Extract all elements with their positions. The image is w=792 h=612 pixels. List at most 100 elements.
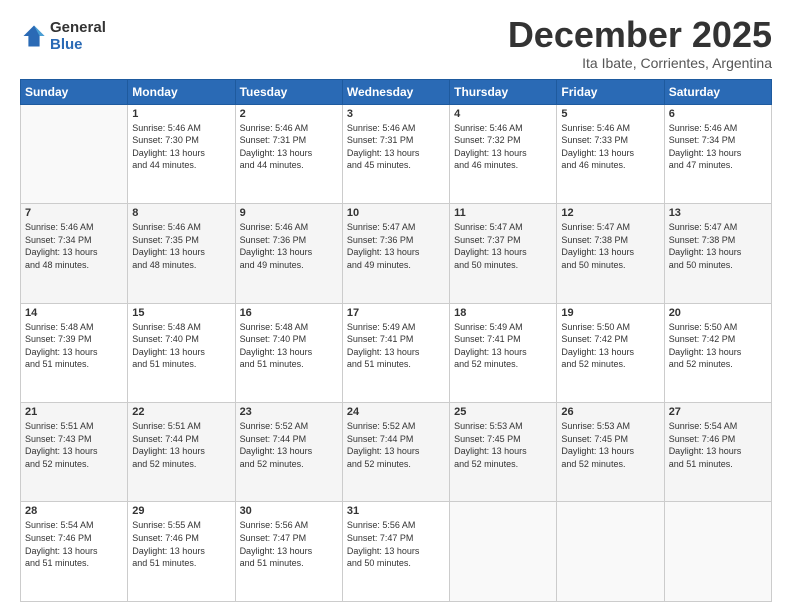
day-info: Sunrise: 5:54 AM Sunset: 7:46 PM Dayligh… [669,420,767,470]
day-info: Sunrise: 5:46 AM Sunset: 7:34 PM Dayligh… [25,221,123,271]
day-number: 8 [132,207,230,219]
day-number: 31 [347,505,445,517]
calendar-cell: 3 Sunrise: 5:46 AM Sunset: 7:31 PM Daylig… [342,104,449,203]
day-number: 3 [347,108,445,120]
day-number: 20 [669,307,767,319]
calendar-table: SundayMondayTuesdayWednesdayThursdayFrid… [20,79,772,602]
day-info: Sunrise: 5:52 AM Sunset: 7:44 PM Dayligh… [347,420,445,470]
calendar-cell: 31 Sunrise: 5:56 AM Sunset: 7:47 PM Dayli… [342,502,449,602]
location-subtitle: Ita Ibate, Corrientes, Argentina [508,55,772,71]
calendar-cell: 4 Sunrise: 5:46 AM Sunset: 7:32 PM Daylig… [450,104,557,203]
calendar-cell: 9 Sunrise: 5:46 AM Sunset: 7:36 PM Daylig… [235,204,342,303]
calendar-cell [557,502,664,602]
day-number: 29 [132,505,230,517]
col-header-friday: Friday [557,79,664,104]
day-number: 5 [561,108,659,120]
day-info: Sunrise: 5:51 AM Sunset: 7:43 PM Dayligh… [25,420,123,470]
calendar-cell: 22 Sunrise: 5:51 AM Sunset: 7:44 PM Dayli… [128,403,235,502]
calendar-header-row: SundayMondayTuesdayWednesdayThursdayFrid… [21,79,772,104]
day-info: Sunrise: 5:50 AM Sunset: 7:42 PM Dayligh… [669,321,767,371]
calendar-cell: 16 Sunrise: 5:48 AM Sunset: 7:40 PM Dayli… [235,303,342,402]
day-number: 2 [240,108,338,120]
day-info: Sunrise: 5:47 AM Sunset: 7:38 PM Dayligh… [561,221,659,271]
calendar-cell: 24Sunrise: 5:52 AM Sunset: 7:44 PM Dayli… [342,403,449,502]
calendar-cell: 1 Sunrise: 5:46 AM Sunset: 7:30 PM Daylig… [128,104,235,203]
day-number: 4 [454,108,552,120]
calendar-week-2: 7 Sunrise: 5:46 AM Sunset: 7:34 PM Daylig… [21,204,772,303]
day-number: 18 [454,307,552,319]
calendar-cell: 5Sunrise: 5:46 AM Sunset: 7:33 PM Daylig… [557,104,664,203]
calendar-cell: 10 Sunrise: 5:47 AM Sunset: 7:36 PM Dayli… [342,204,449,303]
day-info: Sunrise: 5:53 AM Sunset: 7:45 PM Dayligh… [454,420,552,470]
day-number: 9 [240,207,338,219]
day-info: Sunrise: 5:55 AM Sunset: 7:46 PM Dayligh… [132,519,230,569]
day-info: Sunrise: 5:48 AM Sunset: 7:39 PM Dayligh… [25,321,123,371]
calendar-cell: 30Sunrise: 5:56 AM Sunset: 7:47 PM Dayli… [235,502,342,602]
day-info: Sunrise: 5:48 AM Sunset: 7:40 PM Dayligh… [240,321,338,371]
day-info: Sunrise: 5:54 AM Sunset: 7:46 PM Dayligh… [25,519,123,569]
day-number: 14 [25,307,123,319]
day-info: Sunrise: 5:53 AM Sunset: 7:45 PM Dayligh… [561,420,659,470]
header: General Blue December 2025 Ita Ibate, Co… [20,15,772,71]
calendar-cell: 6 Sunrise: 5:46 AM Sunset: 7:34 PM Daylig… [664,104,771,203]
day-info: Sunrise: 5:50 AM Sunset: 7:42 PM Dayligh… [561,321,659,371]
logo-line2: Blue [50,36,106,53]
calendar-week-3: 14 Sunrise: 5:48 AM Sunset: 7:39 PM Dayli… [21,303,772,402]
day-info: Sunrise: 5:46 AM Sunset: 7:32 PM Dayligh… [454,122,552,172]
day-info: Sunrise: 5:47 AM Sunset: 7:37 PM Dayligh… [454,221,552,271]
day-number: 15 [132,307,230,319]
day-number: 23 [240,406,338,418]
calendar-cell: 27 Sunrise: 5:54 AM Sunset: 7:46 PM Dayli… [664,403,771,502]
calendar-cell: 7 Sunrise: 5:46 AM Sunset: 7:34 PM Daylig… [21,204,128,303]
day-info: Sunrise: 5:47 AM Sunset: 7:36 PM Dayligh… [347,221,445,271]
logo: General Blue [20,19,106,53]
day-info: Sunrise: 5:47 AM Sunset: 7:38 PM Dayligh… [669,221,767,271]
day-info: Sunrise: 5:49 AM Sunset: 7:41 PM Dayligh… [454,321,552,371]
day-number: 28 [25,505,123,517]
day-info: Sunrise: 5:46 AM Sunset: 7:34 PM Dayligh… [669,122,767,172]
day-number: 7 [25,207,123,219]
calendar-cell: 25 Sunrise: 5:53 AM Sunset: 7:45 PM Dayli… [450,403,557,502]
logo-icon [20,22,48,50]
day-info: Sunrise: 5:46 AM Sunset: 7:31 PM Dayligh… [240,122,338,172]
day-info: Sunrise: 5:52 AM Sunset: 7:44 PM Dayligh… [240,420,338,470]
day-number: 1 [132,108,230,120]
day-number: 17 [347,307,445,319]
day-number: 22 [132,406,230,418]
day-number: 11 [454,207,552,219]
day-info: Sunrise: 5:46 AM Sunset: 7:36 PM Dayligh… [240,221,338,271]
calendar-cell: 8Sunrise: 5:46 AM Sunset: 7:35 PM Daylig… [128,204,235,303]
logo-text: General Blue [50,19,106,53]
logo-line1: General [50,19,106,36]
calendar-week-1: 1 Sunrise: 5:46 AM Sunset: 7:30 PM Daylig… [21,104,772,203]
calendar-cell: 13Sunrise: 5:47 AM Sunset: 7:38 PM Dayli… [664,204,771,303]
day-info: Sunrise: 5:51 AM Sunset: 7:44 PM Dayligh… [132,420,230,470]
col-header-saturday: Saturday [664,79,771,104]
calendar-cell: 11 Sunrise: 5:47 AM Sunset: 7:37 PM Dayli… [450,204,557,303]
day-number: 19 [561,307,659,319]
day-number: 27 [669,406,767,418]
day-number: 6 [669,108,767,120]
calendar-cell: 28 Sunrise: 5:54 AM Sunset: 7:46 PM Dayli… [21,502,128,602]
day-number: 10 [347,207,445,219]
day-info: Sunrise: 5:46 AM Sunset: 7:31 PM Dayligh… [347,122,445,172]
calendar-cell: 15 Sunrise: 5:48 AM Sunset: 7:40 PM Dayli… [128,303,235,402]
day-info: Sunrise: 5:56 AM Sunset: 7:47 PM Dayligh… [347,519,445,569]
day-info: Sunrise: 5:49 AM Sunset: 7:41 PM Dayligh… [347,321,445,371]
calendar-cell: 20 Sunrise: 5:50 AM Sunset: 7:42 PM Dayli… [664,303,771,402]
page: General Blue December 2025 Ita Ibate, Co… [0,0,792,612]
calendar-cell: 26 Sunrise: 5:53 AM Sunset: 7:45 PM Dayli… [557,403,664,502]
col-header-sunday: Sunday [21,79,128,104]
day-info: Sunrise: 5:56 AM Sunset: 7:47 PM Dayligh… [240,519,338,569]
day-info: Sunrise: 5:48 AM Sunset: 7:40 PM Dayligh… [132,321,230,371]
calendar-week-4: 21 Sunrise: 5:51 AM Sunset: 7:43 PM Dayli… [21,403,772,502]
day-number: 21 [25,406,123,418]
day-number: 26 [561,406,659,418]
calendar-cell [664,502,771,602]
calendar-cell: 14 Sunrise: 5:48 AM Sunset: 7:39 PM Dayli… [21,303,128,402]
calendar-week-5: 28 Sunrise: 5:54 AM Sunset: 7:46 PM Dayli… [21,502,772,602]
day-info: Sunrise: 5:46 AM Sunset: 7:30 PM Dayligh… [132,122,230,172]
calendar-cell: 12Sunrise: 5:47 AM Sunset: 7:38 PM Dayli… [557,204,664,303]
day-number: 25 [454,406,552,418]
day-number: 16 [240,307,338,319]
